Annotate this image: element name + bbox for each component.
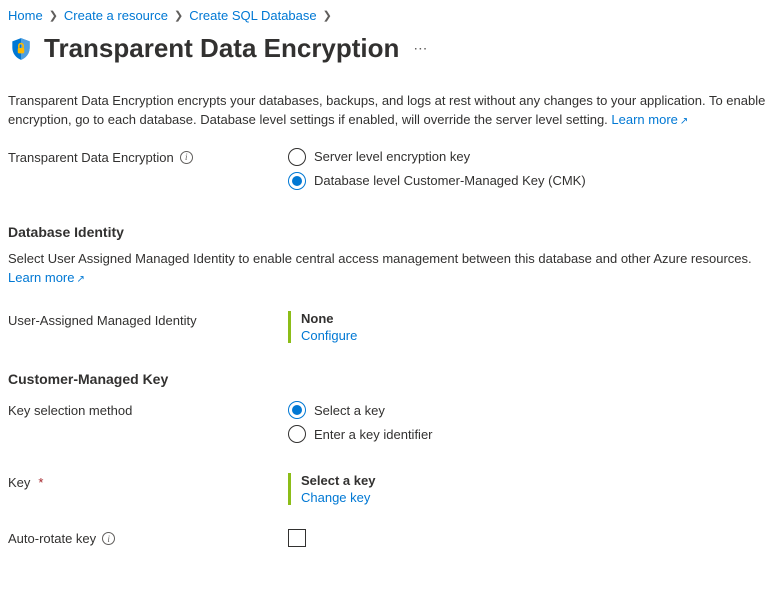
autorotate-checkbox[interactable] xyxy=(288,529,306,547)
chevron-right-icon: ❯ xyxy=(174,9,183,22)
chevron-right-icon: ❯ xyxy=(323,9,332,22)
tde-field: Transparent Data Encryption i Server lev… xyxy=(8,148,771,196)
radio-enter-identifier[interactable]: Enter a key identifier xyxy=(288,425,771,443)
page-header: Transparent Data Encryption ⋯ xyxy=(8,33,771,64)
radio-icon xyxy=(288,172,306,190)
uami-label: User-Assigned Managed Identity xyxy=(8,311,288,328)
required-indicator: * xyxy=(38,475,43,490)
autorotate-label: Auto-rotate key i xyxy=(8,529,288,546)
learn-more-link[interactable]: Learn more↗ xyxy=(8,270,85,285)
radio-server-level[interactable]: Server level encryption key xyxy=(288,148,771,166)
breadcrumb: Home ❯ Create a resource ❯ Create SQL Da… xyxy=(8,8,771,23)
radio-icon xyxy=(288,401,306,419)
page-title: Transparent Data Encryption xyxy=(44,33,399,64)
breadcrumb-create-sql[interactable]: Create SQL Database xyxy=(189,8,316,23)
change-key-link[interactable]: Change key xyxy=(301,490,771,505)
radio-icon xyxy=(288,148,306,166)
database-identity-heading: Database Identity xyxy=(8,224,771,240)
uami-value-block: None Configure xyxy=(288,311,771,343)
key-selection-method-label: Key selection method xyxy=(8,401,288,418)
shield-icon xyxy=(8,36,34,62)
radio-icon xyxy=(288,425,306,443)
uami-field: User-Assigned Managed Identity None Conf… xyxy=(8,311,771,343)
key-label: Key* xyxy=(8,473,288,490)
info-icon[interactable]: i xyxy=(180,151,193,164)
radio-database-level[interactable]: Database level Customer-Managed Key (CMK… xyxy=(288,172,771,190)
database-identity-description: Select User Assigned Managed Identity to… xyxy=(8,250,771,288)
key-value-block: Select a key Change key xyxy=(288,473,771,505)
uami-value: None xyxy=(301,311,771,326)
chevron-right-icon: ❯ xyxy=(49,9,58,22)
configure-link[interactable]: Configure xyxy=(301,328,771,343)
tde-label: Transparent Data Encryption i xyxy=(8,148,288,165)
page-description: Transparent Data Encryption encrypts you… xyxy=(8,92,771,130)
more-actions-button[interactable]: ⋯ xyxy=(409,36,431,61)
breadcrumb-create-resource[interactable]: Create a resource xyxy=(64,8,168,23)
radio-select-key[interactable]: Select a key xyxy=(288,401,771,419)
cmk-heading: Customer-Managed Key xyxy=(8,371,771,387)
external-link-icon: ↗ xyxy=(680,116,688,127)
autorotate-field: Auto-rotate key i xyxy=(8,529,771,547)
learn-more-link[interactable]: Learn more↗ xyxy=(611,112,688,127)
info-icon[interactable]: i xyxy=(102,532,115,545)
key-selection-method-field: Key selection method Select a key Enter … xyxy=(8,401,771,449)
external-link-icon: ↗ xyxy=(76,274,84,285)
key-field: Key* Select a key Change key xyxy=(8,473,771,505)
breadcrumb-home[interactable]: Home xyxy=(8,8,43,23)
key-value: Select a key xyxy=(301,473,771,488)
